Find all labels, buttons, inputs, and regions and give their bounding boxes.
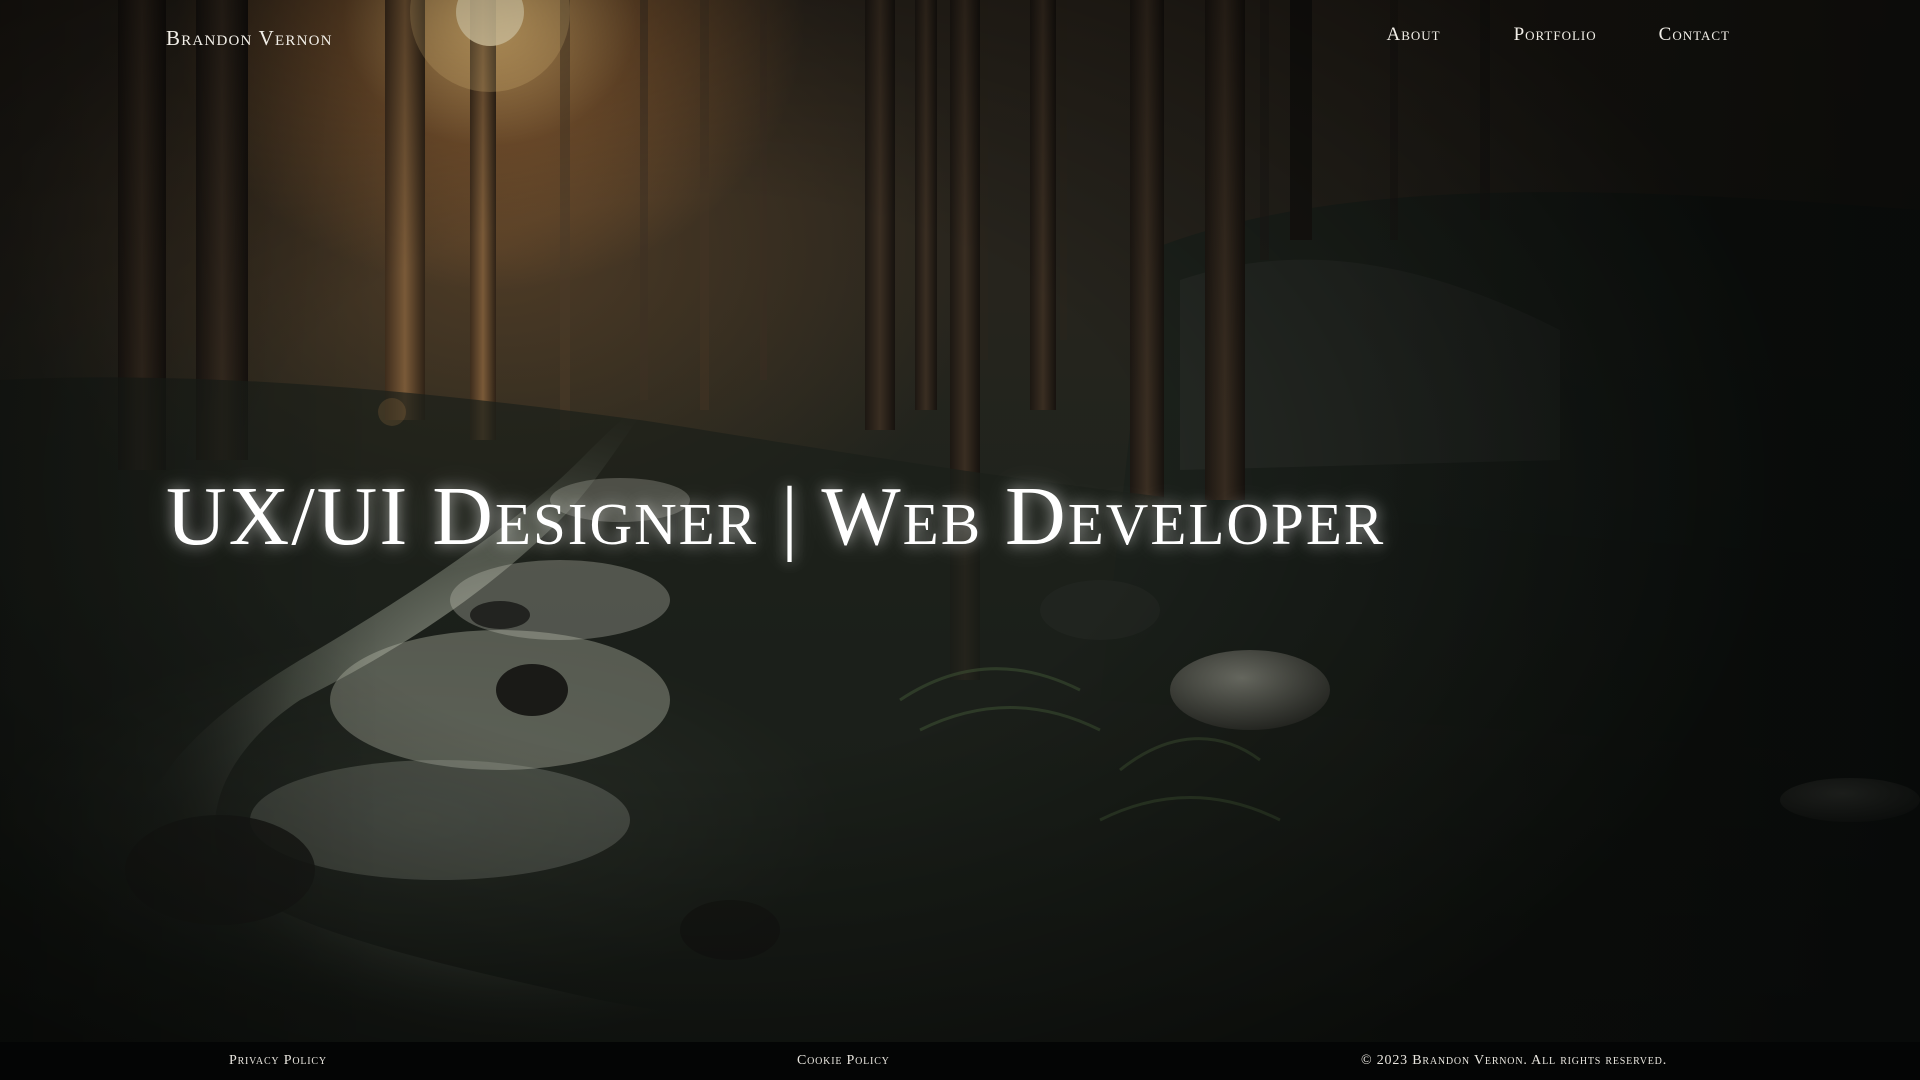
page: Brandon Vernon About Portfolio Contact U…: [0, 0, 1920, 1080]
hero-headline: UX/UI Designer | Web Developer: [166, 470, 1386, 563]
site-footer: Privacy Policy Cookie Policy © 2023 Bran…: [0, 1042, 1920, 1080]
nav-link-portfolio[interactable]: Portfolio: [1514, 24, 1597, 46]
main-nav: About Portfolio Contact: [1386, 24, 1730, 46]
nav-link-about[interactable]: About: [1386, 24, 1440, 46]
cookie-policy-link[interactable]: Cookie Policy: [797, 1053, 890, 1069]
copyright-text: © 2023 Brandon Vernon. All rights reserv…: [1361, 1053, 1667, 1068]
nav-link-contact[interactable]: Contact: [1659, 24, 1730, 46]
privacy-policy-link[interactable]: Privacy Policy: [229, 1053, 327, 1069]
site-brand-link[interactable]: Brandon Vernon: [166, 26, 333, 51]
